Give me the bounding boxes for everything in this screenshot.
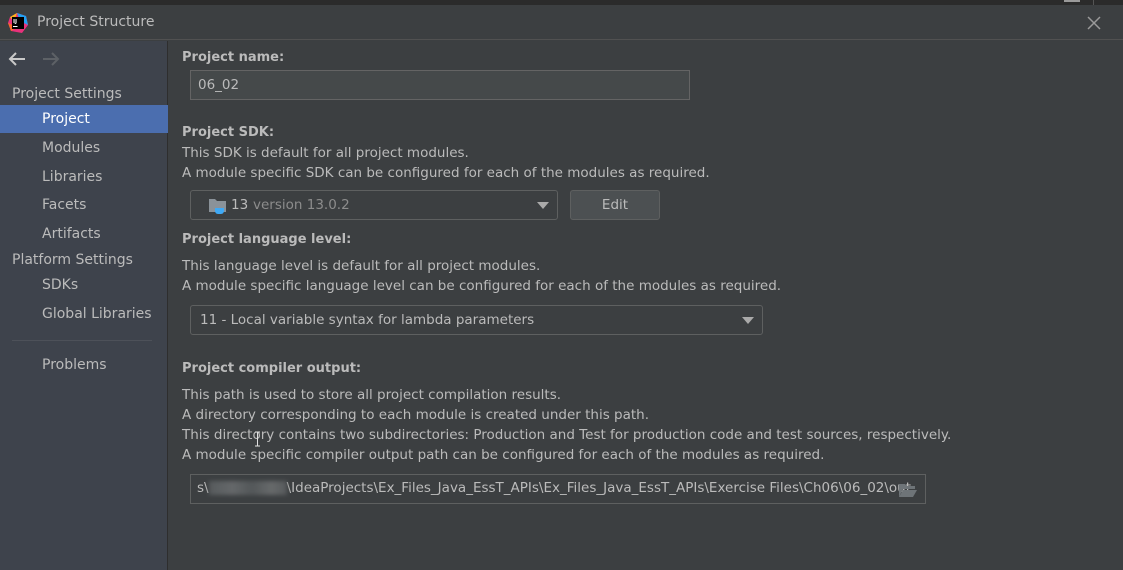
chevron-down-icon: [537, 202, 549, 209]
edit-sdk-button[interactable]: Edit: [570, 190, 660, 220]
redacted-username: [208, 481, 287, 495]
project-sdk-label: Project SDK:: [182, 125, 275, 140]
sidebar-item-libraries[interactable]: Libraries: [0, 163, 168, 191]
project-settings-panel: Project name: Project SDK: This SDK is d…: [169, 41, 1123, 570]
project-sdk-desc-1: This SDK is default for all project modu…: [182, 145, 469, 161]
close-icon[interactable]: [1085, 14, 1103, 32]
project-name-label: Project name:: [182, 50, 285, 65]
arrow-right-icon: [43, 52, 60, 66]
language-level-value: 11 - Local variable syntax for lambda pa…: [200, 312, 535, 328]
path-suffix: \IdeaProjects\Ex_Files_Java_EssT_APIs\Ex…: [286, 480, 912, 496]
compiler-output-path-input[interactable]: s\ \IdeaProjects\Ex_Files_Java_EssT_APIs\…: [190, 474, 926, 504]
sidebar-item-problems[interactable]: Problems: [0, 351, 168, 379]
sidebar-item-sdks[interactable]: SDKs: [0, 271, 168, 299]
language-level-dropdown[interactable]: 11 - Local variable syntax for lambda pa…: [190, 305, 763, 335]
group-platform-settings: Platform Settings: [12, 252, 133, 268]
sidebar-item-modules[interactable]: Modules: [0, 134, 168, 162]
window-title: Project Structure: [37, 14, 155, 30]
text-cursor-icon: [255, 431, 260, 447]
svg-text:IJ: IJ: [13, 19, 17, 25]
sidebar-item-artifacts[interactable]: Artifacts: [0, 220, 168, 248]
compiler-output-label: Project compiler output:: [182, 361, 362, 376]
language-level-desc-2: A module specific language level can be …: [182, 278, 782, 294]
compiler-output-desc-3: This directory contains two subdirectori…: [182, 427, 952, 443]
arrow-left-icon[interactable]: [8, 51, 28, 67]
sidebar: Project Settings Project Modules Librari…: [0, 41, 168, 570]
sdk-name: 13: [231, 197, 249, 213]
language-level-label: Project language level:: [182, 232, 352, 247]
sdk-version: version 13.0.2: [253, 197, 350, 213]
chevron-down-icon: [742, 317, 754, 324]
project-sdk-desc-2: A module specific SDK can be configured …: [182, 165, 710, 181]
sidebar-item-facets[interactable]: Facets: [0, 191, 168, 219]
compiler-output-desc-1: This path is used to store all project c…: [182, 387, 562, 403]
minimize-indicator: [1064, 0, 1080, 2]
folder-open-icon[interactable]: [898, 482, 918, 498]
title-bar: IJ Project Structure: [0, 5, 1123, 40]
language-level-desc-1: This language level is default for all p…: [182, 258, 541, 274]
compiler-output-desc-4: A module specific compiler output path c…: [182, 447, 825, 463]
sidebar-item-project[interactable]: Project: [0, 105, 168, 133]
project-name-input[interactable]: [190, 70, 690, 100]
intellij-idea-icon: IJ: [8, 13, 28, 33]
project-sdk-dropdown[interactable]: 13 version 13.0.2: [190, 190, 558, 220]
sidebar-item-global-libraries[interactable]: Global Libraries: [0, 300, 168, 328]
compiler-output-desc-2: A directory corresponding to each module…: [182, 407, 650, 423]
sidebar-divider: [12, 340, 152, 341]
path-prefix: s\: [197, 480, 209, 496]
jdk-folder-icon: [209, 199, 226, 214]
group-project-settings: Project Settings: [12, 86, 122, 102]
